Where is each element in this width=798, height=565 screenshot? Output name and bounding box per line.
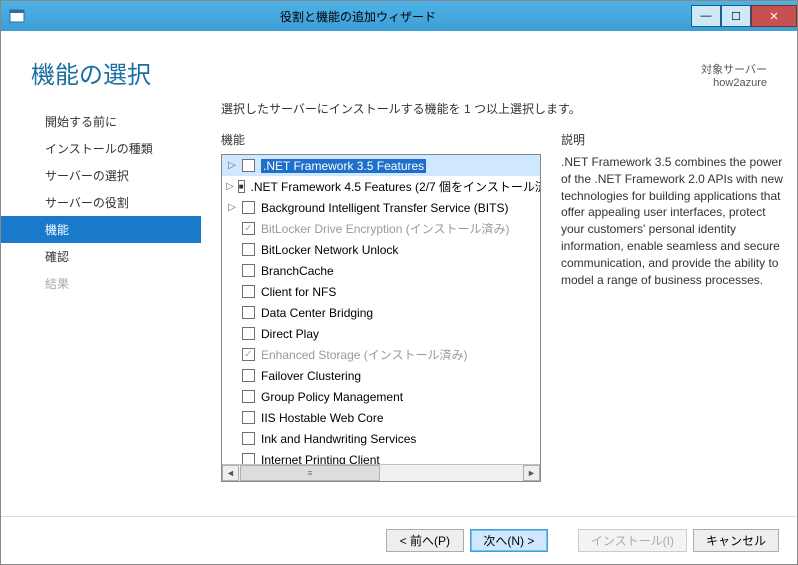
feature-label: BitLocker Network Unlock [261,243,398,257]
feature-checkbox[interactable] [242,159,255,172]
feature-checkbox[interactable] [242,390,255,403]
feature-checkbox[interactable] [242,243,255,256]
minimize-button[interactable]: — [691,5,721,27]
feature-row[interactable]: Ink and Handwriting Services [222,428,540,449]
feature-row[interactable]: BitLocker Network Unlock [222,239,540,260]
feature-row[interactable]: Data Center Bridging [222,302,540,323]
destination-label: 対象サーバー [701,61,767,77]
feature-checkbox[interactable] [242,201,255,214]
titlebar: 役割と機能の追加ウィザード — ☐ ✕ [1,1,797,31]
feature-row[interactable]: Client for NFS [222,281,540,302]
nav-item[interactable]: サーバーの役割 [1,189,201,216]
feature-label: Enhanced Storage (インストール済み) [261,346,468,363]
main: 選択したサーバーにインストールする機能を 1 つ以上選択します。 機能 ▷ .NE… [201,100,797,505]
feature-label: BranchCache [261,264,334,278]
description-heading: 説明 [561,131,787,148]
feature-row[interactable]: Internet Printing Client [222,449,540,464]
feature-checkbox[interactable] [242,453,255,464]
expand-icon[interactable]: ▷ [226,202,238,213]
feature-checkbox[interactable] [242,411,255,424]
destination-server: 対象サーバー how2azure [701,61,767,89]
maximize-button[interactable]: ☐ [721,5,751,27]
nav-item[interactable]: 開始する前に [1,108,201,135]
app-icon [9,8,25,24]
feature-label: Data Center Bridging [261,306,373,320]
feature-label: .NET Framework 3.5 Features [261,159,426,173]
instruction-text: 選択したサーバーにインストールする機能を 1 つ以上選択します。 [221,100,787,117]
page-title: 機能の選択 [31,55,767,90]
nav-item: 結果 [1,270,201,297]
window-title: 役割と機能の追加ウィザード [25,8,691,25]
feature-label: Group Policy Management [261,390,403,404]
description-column: 説明 .NET Framework 3.5 combines the power… [561,131,787,505]
feature-row[interactable]: IIS Hostable Web Core [222,407,540,428]
header: 機能の選択 対象サーバー how2azure [1,31,797,100]
feature-label: Client for NFS [261,285,336,299]
expand-icon[interactable]: ▷ [226,160,238,171]
feature-checkbox[interactable] [238,180,245,193]
feature-checkbox[interactable] [242,264,255,277]
nav: 開始する前にインストールの種類サーバーの選択サーバーの役割機能確認結果 [1,100,201,505]
feature-label: BitLocker Drive Encryption (インストール済み) [261,220,509,237]
nav-item[interactable]: インストールの種類 [1,135,201,162]
feature-checkbox[interactable] [242,369,255,382]
nav-item[interactable]: 確認 [1,243,201,270]
feature-row[interactable]: BranchCache [222,260,540,281]
install-button: インストール(I) [578,529,687,552]
nav-item[interactable]: サーバーの選択 [1,162,201,189]
feature-row[interactable]: ▷ .NET Framework 3.5 Features [222,155,540,176]
feature-row[interactable]: Direct Play [222,323,540,344]
scroll-thumb[interactable]: ≡ [240,465,380,481]
feature-checkbox [242,222,255,235]
feature-label: Internet Printing Client [261,453,380,465]
horizontal-scrollbar[interactable]: ◄ ≡ ► [222,464,540,481]
feature-row[interactable]: Failover Clustering [222,365,540,386]
next-button[interactable]: 次へ(N) > [470,529,548,552]
feature-label: Background Intelligent Transfer Service … [261,201,508,215]
feature-label: IIS Hostable Web Core [261,411,384,425]
feature-checkbox[interactable] [242,285,255,298]
feature-checkbox[interactable] [242,327,255,340]
feature-row[interactable]: BitLocker Drive Encryption (インストール済み) [222,218,540,239]
footer: < 前へ(P) 次へ(N) > インストール(I) キャンセル [1,516,797,564]
feature-row[interactable]: ▷ .NET Framework 4.5 Features (2/7 個をインスト… [222,176,540,197]
feature-label: Direct Play [261,327,319,341]
features-heading: 機能 [221,131,541,148]
feature-row[interactable]: Enhanced Storage (インストール済み) [222,344,540,365]
feature-label: Ink and Handwriting Services [261,432,416,446]
destination-value: how2azure [701,77,767,89]
nav-item[interactable]: 機能 [1,216,201,243]
cancel-button[interactable]: キャンセル [693,529,779,552]
feature-checkbox [242,348,255,361]
feature-checkbox[interactable] [242,306,255,319]
body: 開始する前にインストールの種類サーバーの選択サーバーの役割機能確認結果 選択した… [1,100,797,505]
feature-row[interactable]: Group Policy Management [222,386,540,407]
close-button[interactable]: ✕ [751,5,797,27]
expand-icon[interactable]: ▷ [226,181,234,192]
scroll-right-arrow[interactable]: ► [523,465,540,481]
feature-checkbox[interactable] [242,432,255,445]
scroll-left-arrow[interactable]: ◄ [222,465,239,481]
window-controls: — ☐ ✕ [691,5,797,27]
features-listbox[interactable]: ▷ .NET Framework 3.5 Features ▷ .NET Framew… [221,154,541,482]
feature-label: Failover Clustering [261,369,361,383]
features-column: 機能 ▷ .NET Framework 3.5 Features ▷ .NET Fra… [221,131,541,505]
feature-row[interactable]: ▷ Background Intelligent Transfer Service… [222,197,540,218]
feature-label: .NET Framework 4.5 Features (2/7 個をインストー… [251,178,540,195]
previous-button[interactable]: < 前へ(P) [386,529,464,552]
features-list: ▷ .NET Framework 3.5 Features ▷ .NET Framew… [222,155,540,464]
columns: 機能 ▷ .NET Framework 3.5 Features ▷ .NET Fra… [221,131,787,505]
scroll-track[interactable] [380,465,523,481]
description-text: .NET Framework 3.5 combines the power of… [561,154,787,288]
